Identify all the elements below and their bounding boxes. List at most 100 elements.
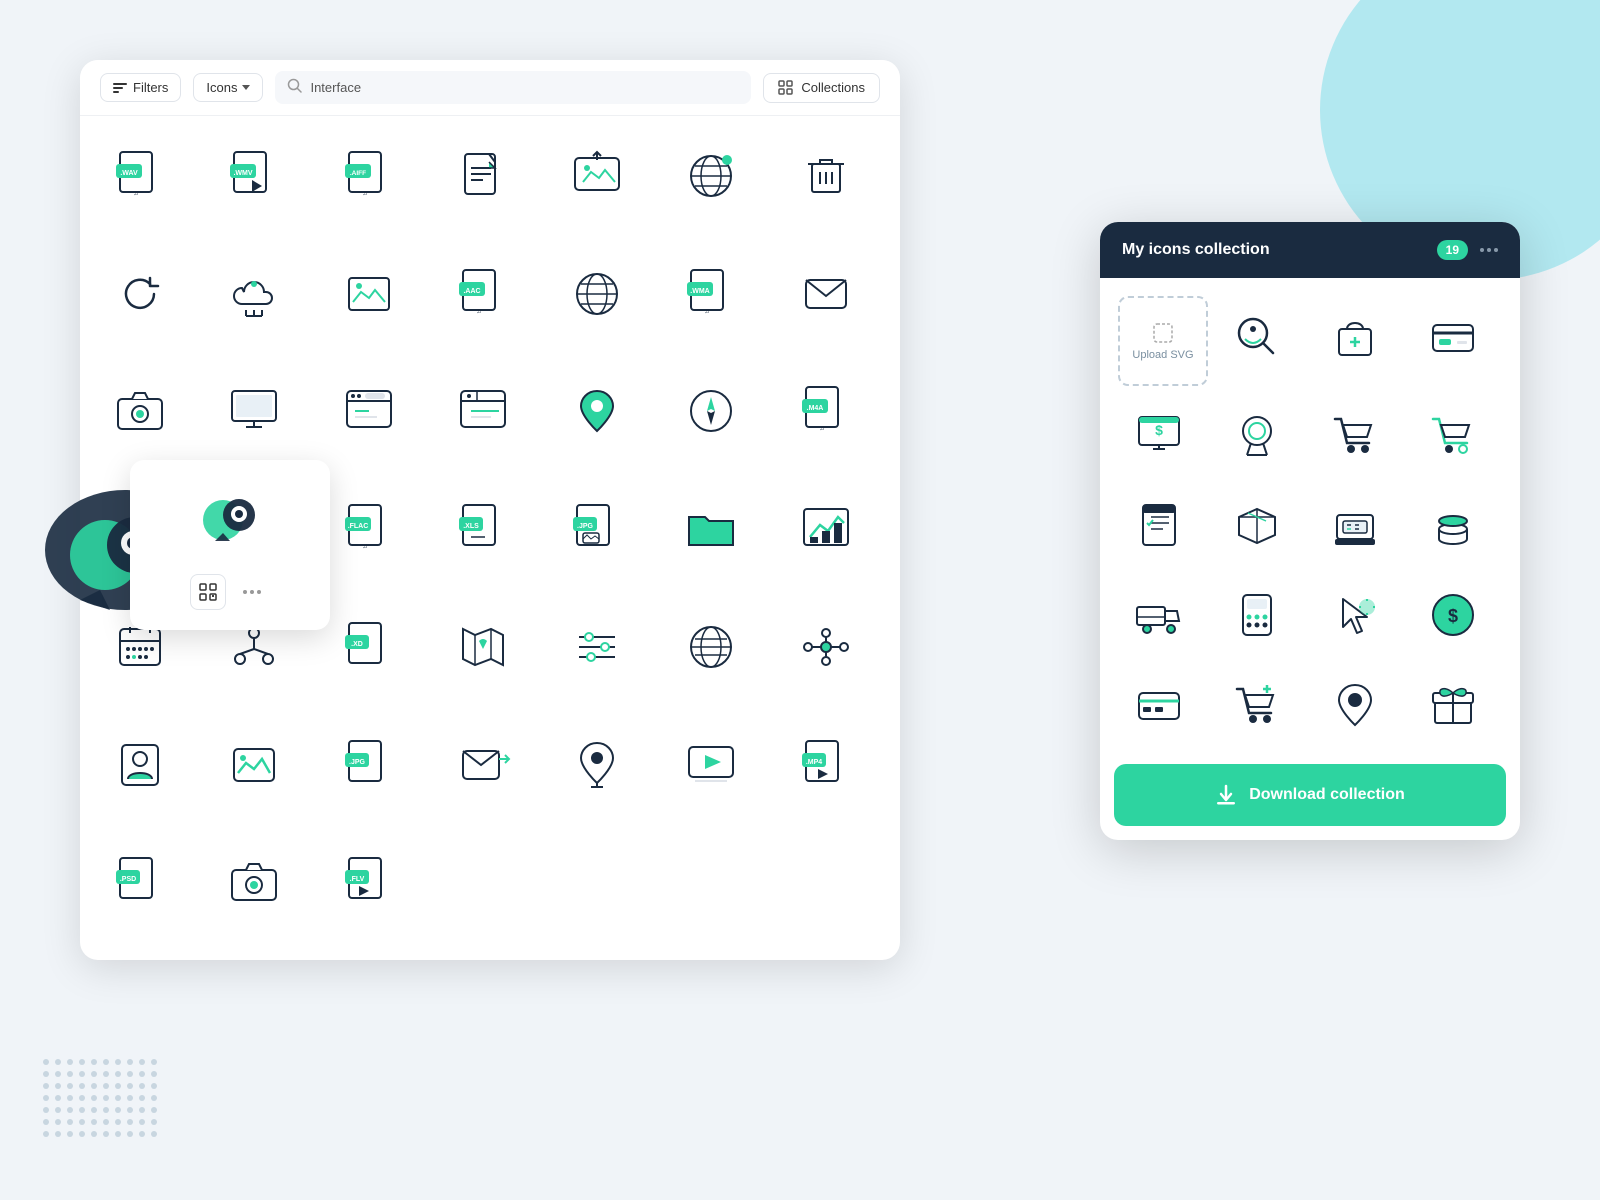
icon-cell-wmv[interactable]: .WMV — [204, 126, 304, 226]
cp-icon-calculator[interactable] — [1212, 570, 1302, 660]
filters-label: Filters — [133, 80, 168, 95]
cp-icon-chat-search[interactable] — [1212, 292, 1302, 382]
icon-cell-aiff[interactable]: .AIFF ♫ — [319, 126, 419, 226]
filters-button[interactable]: Filters — [100, 73, 181, 102]
filters-icon — [113, 83, 127, 93]
icon-cell-location-pin[interactable] — [547, 361, 647, 461]
icon-cell-trash[interactable] — [776, 126, 876, 226]
svg-text:.JPG: .JPG — [349, 759, 366, 766]
svg-text:♫: ♫ — [819, 425, 824, 432]
collections-icon — [778, 80, 794, 96]
collections-panel-menu[interactable] — [1480, 248, 1498, 252]
header-bar: Filters Icons Collections — [80, 60, 900, 116]
icon-cell-xd[interactable]: .XD — [319, 597, 419, 697]
icon-cell-monitor[interactable] — [204, 361, 304, 461]
svg-text:$: $ — [1155, 422, 1163, 438]
collections-panel-title: My icons collection — [1122, 241, 1425, 259]
cp-icon-receipt[interactable] — [1114, 480, 1204, 570]
cp-icon-cart2[interactable] — [1408, 390, 1498, 480]
svg-text:♫: ♫ — [362, 543, 367, 550]
cp-icon-coins[interactable] — [1408, 480, 1498, 570]
icon-cell-video-player[interactable] — [661, 715, 761, 815]
svg-text:♫: ♫ — [476, 308, 481, 315]
icon-cell-wav[interactable]: .WAV ♫ — [90, 126, 190, 226]
svg-text:.XLS: .XLS — [463, 523, 479, 530]
icon-cell-camera[interactable] — [90, 361, 190, 461]
download-icon — [1215, 784, 1237, 806]
icon-cell-globe2[interactable] — [547, 244, 647, 344]
hover-card — [130, 460, 330, 630]
svg-text:.WMA: .WMA — [691, 288, 710, 295]
search-bar — [275, 71, 751, 104]
svg-text:.WMV: .WMV — [234, 170, 253, 177]
icon-cell-xls[interactable]: .XLS — [433, 479, 533, 579]
icon-cell-location-pin2[interactable] — [547, 715, 647, 815]
icon-cell-doc[interactable] — [433, 126, 533, 226]
svg-text:.JPG: .JPG — [577, 523, 594, 530]
icon-cell-globe3[interactable] — [661, 597, 761, 697]
cp-icon-box[interactable] — [1212, 480, 1302, 570]
cp-icon-shopping-bag[interactable] — [1310, 292, 1400, 382]
icon-cell-compass[interactable] — [661, 361, 761, 461]
icon-cell-image-upload[interactable] — [547, 126, 647, 226]
svg-text:.FLV: .FLV — [349, 876, 364, 883]
search-icon — [287, 78, 302, 97]
svg-text:.MP4: .MP4 — [806, 759, 822, 766]
collections-panel-count: 19 — [1437, 240, 1468, 260]
cp-icon-dollar-circle[interactable]: $ — [1408, 570, 1498, 660]
icon-cell-psd[interactable]: .PSD — [90, 832, 190, 932]
cp-icon-award[interactable] — [1212, 390, 1302, 480]
cp-icon-delivery[interactable] — [1114, 570, 1204, 660]
svg-text:♫: ♫ — [133, 190, 138, 197]
icon-cell-flv[interactable]: .FLV — [319, 832, 419, 932]
svg-text:.AIFF: .AIFF — [349, 170, 365, 177]
icon-cell-aac[interactable]: .AAC ♫ — [433, 244, 533, 344]
svg-text:$: $ — [1448, 606, 1458, 626]
cp-icon-cursor[interactable] — [1310, 570, 1400, 660]
icon-cell-email-send[interactable] — [433, 715, 533, 815]
icon-cell-chart[interactable] — [776, 479, 876, 579]
upload-svg-label: Upload SVG — [1132, 349, 1193, 361]
search-input[interactable] — [310, 80, 739, 95]
cp-icon-cash-register[interactable] — [1310, 480, 1400, 570]
cp-icon-cart[interactable] — [1310, 390, 1400, 480]
add-to-collection-btn[interactable] — [190, 574, 226, 610]
icon-cell-mp4[interactable]: .MP4 — [776, 715, 876, 815]
cp-icon-credit-card2[interactable] — [1114, 660, 1204, 750]
icon-cell-profile[interactable] — [90, 715, 190, 815]
icon-cell-refresh[interactable] — [90, 244, 190, 344]
cp-icon-location[interactable] — [1310, 660, 1400, 750]
icon-cell-folder[interactable] — [661, 479, 761, 579]
icon-cell-browser[interactable] — [319, 361, 419, 461]
collections-button[interactable]: Collections — [763, 73, 880, 103]
icons-label: Icons — [206, 80, 237, 95]
icon-cell-email[interactable] — [776, 244, 876, 344]
icons-dropdown[interactable]: Icons — [193, 73, 263, 102]
cp-icon-cart-add[interactable] — [1212, 660, 1302, 750]
chevron-down-icon — [242, 85, 250, 90]
icon-cell-landscape[interactable] — [204, 715, 304, 815]
svg-text:.XD: .XD — [351, 641, 363, 648]
svg-text:.WAV: .WAV — [120, 170, 138, 177]
icon-cell-flac[interactable]: .FLAC ♫ — [319, 479, 419, 579]
icon-cell-jpg[interactable]: .JPG — [547, 479, 647, 579]
cp-icon-price-monitor[interactable]: $ — [1114, 390, 1204, 480]
icon-cell-map[interactable] — [433, 597, 533, 697]
icon-cell-browser2[interactable] — [433, 361, 533, 461]
cp-icon-gift[interactable] — [1408, 660, 1498, 750]
icon-cell-sliders[interactable] — [547, 597, 647, 697]
icon-cell-jpg2[interactable]: .JPG — [319, 715, 419, 815]
cp-icon-credit-card[interactable] — [1408, 292, 1498, 382]
icon-cell-globe[interactable] — [661, 126, 761, 226]
hover-card-actions — [190, 574, 270, 610]
upload-svg-cell[interactable]: Upload SVG — [1118, 296, 1208, 386]
icon-cell-wma[interactable]: .WMA ♫ — [661, 244, 761, 344]
download-collection-button[interactable]: Download collection — [1114, 764, 1506, 826]
icon-cell-image[interactable] — [319, 244, 419, 344]
icon-cell-m4a[interactable]: .M4A ♫ — [776, 361, 876, 461]
hover-more-btn[interactable] — [234, 574, 270, 610]
icon-cell-camera2[interactable] — [204, 832, 304, 932]
collections-panel: My icons collection 19 Upload SVG — [1100, 222, 1520, 840]
icon-cell-cloud-network[interactable] — [204, 244, 304, 344]
icon-cell-network[interactable] — [776, 597, 876, 697]
